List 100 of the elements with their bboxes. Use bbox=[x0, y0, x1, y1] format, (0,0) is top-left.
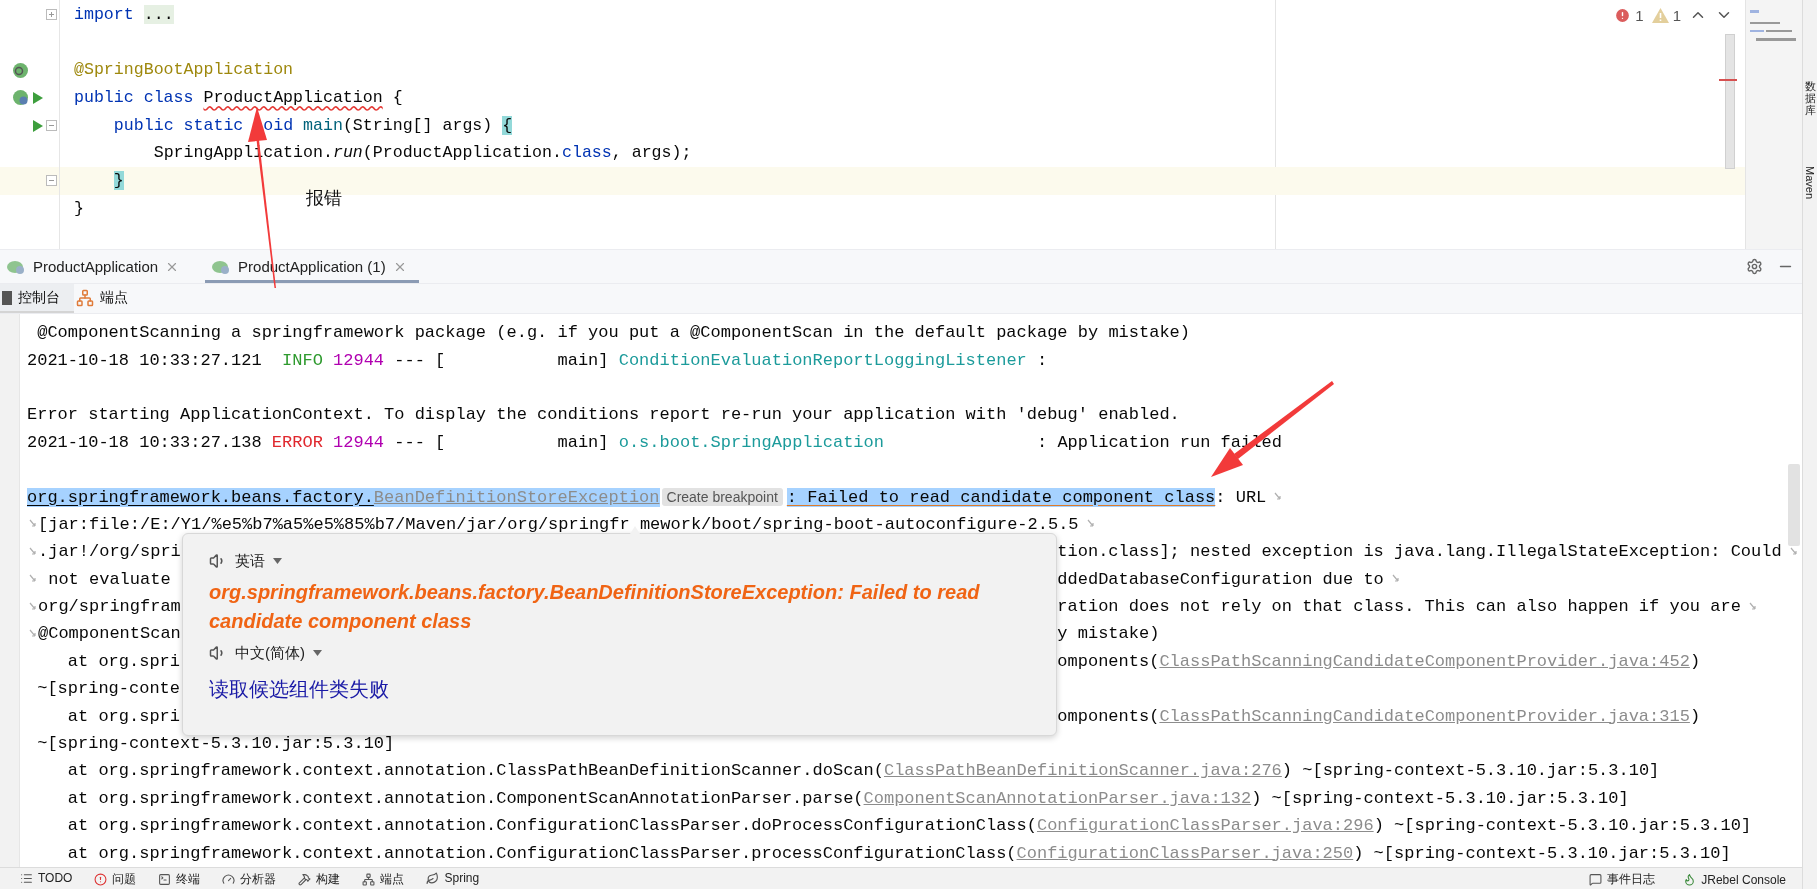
leaf-icon bbox=[211, 258, 232, 275]
scrollbar[interactable] bbox=[1788, 464, 1800, 546]
wrap-icon bbox=[1748, 600, 1757, 613]
log-text: ) ~[spring-context-5.3.10.jar:5.3.10] bbox=[1373, 816, 1752, 836]
tool-window-button[interactable]: TODO bbox=[20, 871, 73, 885]
error-icon bbox=[1614, 6, 1632, 24]
code-line: public static oid main(String[] args) { bbox=[112, 115, 513, 135]
wrap-icon bbox=[1788, 545, 1798, 558]
log-text: [jar:file:/E:/Y1/%e5%b7%a5%e5%85%b7/Maven/jar/org/springfr bbox=[38, 514, 630, 534]
network-icon bbox=[76, 288, 94, 307]
gauge-icon bbox=[222, 873, 236, 886]
log-text: ~[spring-conte bbox=[36, 679, 181, 699]
tool-window-button[interactable]: 终端 bbox=[158, 871, 201, 888]
log-text: ddedDatabaseConfiguration due to bbox=[1057, 569, 1384, 589]
log-text: : URL bbox=[1215, 487, 1267, 507]
log-text: at org.spri bbox=[66, 651, 181, 671]
log-text: Error starting ApplicationContext. To display the conditions report re-run your application with 'debug' enabled. bbox=[27, 405, 1180, 425]
log-text: : bbox=[1036, 350, 1048, 370]
log-text: ) ~[spring-context-5.3.10.jar:5.3.10] bbox=[1251, 788, 1629, 808]
leaf-icon bbox=[6, 258, 26, 275]
log-text: at org.springframework.context.annotation.ConfigurationClassParser.doProcessConfigurationClass( bbox=[66, 816, 1037, 836]
translated-text: 读取候选组件类失败 bbox=[209, 677, 390, 702]
log-text: 12944 bbox=[333, 350, 385, 370]
log-text: ) bbox=[1689, 706, 1701, 726]
source-text: org.springframework.beans.factory.BeanDefinitionStoreException: Failed to read candidate component class bbox=[209, 580, 981, 634]
settings-icon[interactable] bbox=[1746, 258, 1763, 275]
run-icon[interactable] bbox=[32, 118, 44, 133]
log-text: org.springframework.beans.factory. bbox=[27, 487, 374, 507]
language-selector[interactable]: 英语 bbox=[235, 551, 265, 571]
log-text: 12944 bbox=[333, 432, 385, 452]
log-text: omponents( bbox=[1057, 651, 1160, 671]
tool-window-button[interactable]: 问题 bbox=[94, 871, 137, 888]
error-marker[interactable] bbox=[1719, 79, 1737, 81]
log-text: 2021-10-18 10:33:27.121 bbox=[27, 350, 263, 370]
fold-icon[interactable] bbox=[46, 9, 57, 21]
warning-icon bbox=[1651, 7, 1669, 23]
tool-window-button[interactable]: Spring bbox=[426, 871, 480, 885]
log-text: omponents( bbox=[1057, 706, 1160, 726]
wrap-icon bbox=[28, 628, 37, 640]
warning-count[interactable]: 1 bbox=[1651, 6, 1681, 24]
caret-icon bbox=[313, 650, 322, 656]
log-text: org/springfram bbox=[38, 597, 181, 617]
fold-icon[interactable] bbox=[46, 175, 57, 187]
log-text: at org.springframework.context.annotation.ConfigurationClassParser.processConfigurationClass( bbox=[66, 843, 1017, 863]
log-text: tion.class]; nested exception is java.lang.IllegalStateException: Could bbox=[1057, 542, 1782, 562]
error-count[interactable]: 1 bbox=[1614, 6, 1644, 24]
run-tab[interactable]: ProductApplication bbox=[0, 250, 192, 283]
tool-window-button[interactable]: JRebel Console bbox=[1683, 871, 1786, 888]
log-text: at org.springframework.context.annotation.ComponentScanAnnotationParser.parse( bbox=[66, 788, 864, 808]
wrap-icon bbox=[28, 545, 37, 558]
wrap-icon bbox=[28, 600, 37, 613]
log-text: ERROR bbox=[271, 432, 324, 452]
code-line: @SpringBootApplication bbox=[74, 60, 294, 80]
log-text: o.s.boot.SpringApplication bbox=[618, 432, 884, 452]
code-line: } bbox=[74, 198, 84, 218]
log-text: : Failed to read candidate component class bbox=[786, 487, 1216, 507]
flame-icon bbox=[1683, 873, 1697, 886]
log-text: mework/boot/spring-boot-autoconfigure-2.5.5 bbox=[639, 514, 1079, 534]
message-icon bbox=[1589, 873, 1603, 886]
log-text: y mistake) bbox=[1057, 624, 1160, 644]
console-tab[interactable]: 端点 bbox=[74, 284, 142, 313]
code-line: public class ProductApplication { bbox=[74, 88, 403, 108]
log-text: at org.spri bbox=[66, 706, 181, 726]
scrollbar[interactable] bbox=[1725, 34, 1735, 169]
log-text: at org.springframework.context.annotation.ClassPathBeanDefinitionScanner.doScan( bbox=[66, 761, 884, 781]
language-selector[interactable]: 中文(简体) bbox=[235, 643, 305, 663]
run-icon[interactable] bbox=[32, 90, 44, 105]
code-line: import ... bbox=[74, 5, 174, 24]
log-text: not evaluate bbox=[47, 569, 172, 589]
log-text: ) ~[spring-context-5.3.10.jar:5.3.10] bbox=[1281, 761, 1660, 781]
log-text: @ComponentScan bbox=[38, 624, 181, 644]
log-text: --- [ main] bbox=[393, 350, 610, 370]
tool-window-tab[interactable]: 数据库 bbox=[1804, 80, 1816, 117]
tool-window-button[interactable]: 构建 bbox=[298, 871, 341, 888]
alert-icon bbox=[94, 873, 108, 886]
annotation-note: 报错 bbox=[306, 187, 342, 210]
list-icon bbox=[20, 871, 33, 885]
leaf-icon bbox=[426, 871, 440, 885]
caret-icon bbox=[273, 558, 282, 564]
log-text: --- [ main] bbox=[393, 432, 610, 452]
fold-icon[interactable] bbox=[46, 120, 57, 132]
hammer-icon bbox=[298, 873, 312, 886]
log-text: ration does not rely on that class. This can also happen if you are bbox=[1057, 597, 1741, 617]
tool-window-button[interactable]: 分析器 bbox=[222, 871, 277, 888]
bean-icon[interactable] bbox=[12, 61, 29, 79]
log-text: INFO bbox=[282, 350, 324, 370]
network-icon bbox=[362, 873, 376, 886]
log-text: .jar!/org/spri bbox=[38, 542, 181, 562]
tool-window-button[interactable]: 端点 bbox=[362, 871, 405, 888]
tool-window-button[interactable]: 事件日志 bbox=[1589, 871, 1656, 888]
log-text: ConditionEvaluationReportLoggingListener bbox=[618, 350, 1027, 370]
tool-window-tab[interactable]: Maven bbox=[1804, 166, 1816, 200]
create-breakpoint-button[interactable]: Create breakpoint bbox=[661, 488, 783, 507]
log-text: ~[spring-context-5.3.10.jar:5.3.10] bbox=[36, 734, 395, 754]
bean-icon[interactable] bbox=[12, 89, 29, 107]
log-text: @ComponentScanning a springframework package (e.g. if you put a @ComponentScan in the default package by mistake) bbox=[36, 323, 1190, 343]
log-text: ) bbox=[1689, 651, 1701, 671]
log-text: 2021-10-18 10:33:27.138 bbox=[27, 432, 263, 452]
log-text: ) ~[spring-context-5.3.10.jar:5.3.10] bbox=[1353, 843, 1731, 863]
console-tab[interactable]: 控制台 bbox=[0, 284, 74, 313]
